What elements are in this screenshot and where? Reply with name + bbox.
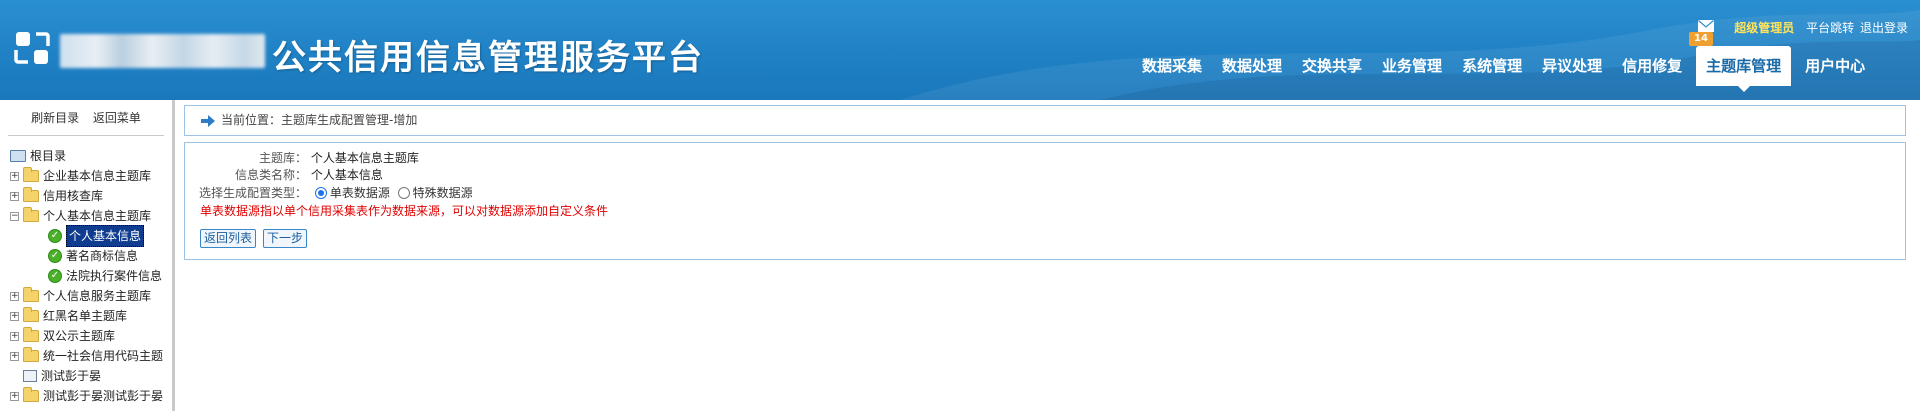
tree-node-label: 双公示主题库 [43, 329, 116, 343]
tree-node[interactable]: + 个人信息服务主题库 [10, 286, 172, 306]
nav-data-collection[interactable]: 数据采集 [1132, 46, 1212, 86]
single-source-label[interactable]: 单表数据源 [330, 186, 390, 200]
arrow-right-icon [201, 115, 215, 127]
info-label: 信息类名称： [234, 168, 307, 182]
tree-root[interactable]: 根目录 [10, 146, 172, 166]
refresh-tree-link[interactable]: 刷新目录 [31, 111, 79, 125]
sidebar-splitter[interactable] [172, 100, 175, 411]
config-form: 主题库： 个人基本信息主题库 信息类名称： 个人基本信息 选择生成配置类型： 单… [184, 142, 1906, 260]
tree-node-label: 个人基本信息主题库 [43, 209, 152, 223]
check-icon: ✓ [48, 269, 62, 283]
tree-node[interactable]: + 统一社会信用代码主题 [10, 346, 172, 366]
tree-node[interactable]: + 测试彭于晏测试彭于晏 [10, 386, 172, 406]
folder-icon [23, 327, 39, 342]
type-label: 选择生成配置类型： [198, 186, 307, 200]
expand-icon[interactable]: + [10, 311, 19, 321]
theme-row: 主题库： 个人基本信息主题库 [185, 149, 419, 166]
nav-exchange-sharing[interactable]: 交换共享 [1292, 46, 1372, 86]
info-value: 个人基本信息 [310, 168, 383, 182]
username: 超级管理员 [1734, 21, 1795, 35]
open-folder-icon [23, 207, 39, 222]
tree-node[interactable]: + 双公示主题库 [10, 326, 172, 346]
tree-node-label: 测试彭于晏 [41, 369, 102, 383]
folder-icon [23, 387, 39, 402]
tree-node-label-selected: 个人基本信息 [66, 225, 145, 247]
tree-node-label: 企业基本信息主题库 [43, 169, 152, 183]
collapse-icon[interactable]: − [10, 211, 19, 221]
back-to-menu-link[interactable]: 返回菜单 [93, 111, 141, 125]
tree-node-label: 测试彭于晏测试彭于晏 [43, 389, 164, 403]
theme-label: 主题库： [258, 151, 307, 165]
document-icon [23, 370, 37, 382]
nav-user-center[interactable]: 用户中心 [1795, 46, 1875, 86]
folder-icon [23, 187, 39, 202]
expand-icon[interactable]: + [10, 331, 19, 341]
tree-node-label: 信用核查库 [43, 189, 104, 203]
special-source-label[interactable]: 特殊数据源 [413, 186, 473, 200]
tree-node[interactable]: + 企业基本信息主题库 [10, 166, 172, 186]
sidebar-actions: 刷新目录 返回菜单 [8, 100, 164, 136]
tree-node-label: 法院执行案件信息 [66, 269, 163, 283]
expand-icon[interactable]: + [10, 291, 19, 301]
sidebar: 刷新目录 返回菜单 根目录 + 企业基本信息主题库 + 信用核查库 − 个人基本… [0, 100, 172, 411]
tree-node[interactable]: 测试彭于晏 [10, 366, 172, 386]
tree-node[interactable]: − 个人基本信息主题库 [10, 206, 172, 226]
folder-icon [23, 287, 39, 302]
breadcrumb-text: 当前位置：主题库生成配置管理-增加 [221, 113, 418, 127]
next-step-button[interactable]: 下一步 [263, 229, 308, 248]
nav-credit-repair[interactable]: 信用修复 [1612, 46, 1692, 86]
expand-icon[interactable]: + [10, 191, 19, 201]
tree-leaf[interactable]: ✓ 个人基本信息 [10, 225, 172, 247]
info-row: 信息类名称： 个人基本信息 [185, 166, 383, 183]
tree-leaf[interactable]: ✓ 著名商标信息 [10, 246, 172, 266]
nav-business-management[interactable]: 业务管理 [1372, 46, 1452, 86]
folder-icon [23, 167, 39, 182]
platform-switch-link[interactable]: 平台跳转 [1806, 21, 1854, 35]
nav-system-management[interactable]: 系统管理 [1452, 46, 1532, 86]
theme-value: 个人基本信息主题库 [310, 151, 419, 165]
catalog-tree: 根目录 + 企业基本信息主题库 + 信用核查库 − 个人基本信息主题库 ✓ 个人… [0, 136, 172, 406]
main-nav: 数据采集 数据处理 交换共享 业务管理 系统管理 异议处理 信用修复 主题库管理… [1132, 46, 1875, 92]
hint-text: 单表数据源指以单个信用采集表作为数据来源，可以对数据源添加自定义条件 [200, 204, 609, 218]
check-icon: ✓ [48, 229, 62, 243]
app-header: 公共信用信息管理服务平台 14 超级管理员 平台跳转 退出登录 数据采集 数据处… [0, 0, 1920, 100]
folder-icon [23, 307, 39, 322]
special-source-radio[interactable] [397, 187, 410, 199]
tree-node-label: 统一社会信用代码主题 [43, 349, 164, 363]
nav-theme-library-management[interactable]: 主题库管理 [1696, 46, 1792, 92]
back-to-list-button[interactable]: 返回列表 [200, 229, 257, 248]
folder-icon [23, 347, 39, 362]
nav-objection-handling[interactable]: 异议处理 [1532, 46, 1612, 86]
expand-icon[interactable]: + [10, 391, 19, 401]
user-bar: 超级管理员 平台跳转 退出登录 [1732, 19, 1908, 36]
expand-icon[interactable]: + [10, 351, 19, 361]
site-title: 公共信用信息管理服务平台 [272, 38, 704, 78]
tree-node[interactable]: + 信用核查库 [10, 186, 172, 206]
message-count-badge[interactable]: 14 [1689, 32, 1713, 46]
type-row: 选择生成配置类型： 单表数据源 特殊数据源 [185, 184, 473, 201]
main-content: 当前位置：主题库生成配置管理-增加 主题库： 个人基本信息主题库 信息类名称： … [182, 100, 1910, 411]
breadcrumb: 当前位置：主题库生成配置管理-增加 [184, 105, 1906, 136]
logout-link[interactable]: 退出登录 [1860, 21, 1908, 35]
mail-icon[interactable] [1698, 20, 1714, 32]
tree-node-label: 根目录 [30, 149, 67, 163]
tree-node-label: 红黑名单主题库 [43, 309, 128, 323]
nav-data-processing[interactable]: 数据处理 [1212, 46, 1292, 86]
logo-icon [14, 32, 50, 64]
check-icon: ✓ [48, 249, 62, 263]
tree-node-label: 著名商标信息 [66, 249, 139, 263]
computer-icon [10, 150, 26, 162]
expand-icon[interactable]: + [10, 171, 19, 181]
tree-node[interactable]: + 红黑名单主题库 [10, 306, 172, 326]
tree-leaf[interactable]: ✓ 法院执行案件信息 [10, 266, 172, 286]
tree-node-label: 个人信息服务主题库 [43, 289, 152, 303]
redacted-region-name [60, 34, 265, 68]
single-source-radio[interactable] [314, 187, 327, 199]
